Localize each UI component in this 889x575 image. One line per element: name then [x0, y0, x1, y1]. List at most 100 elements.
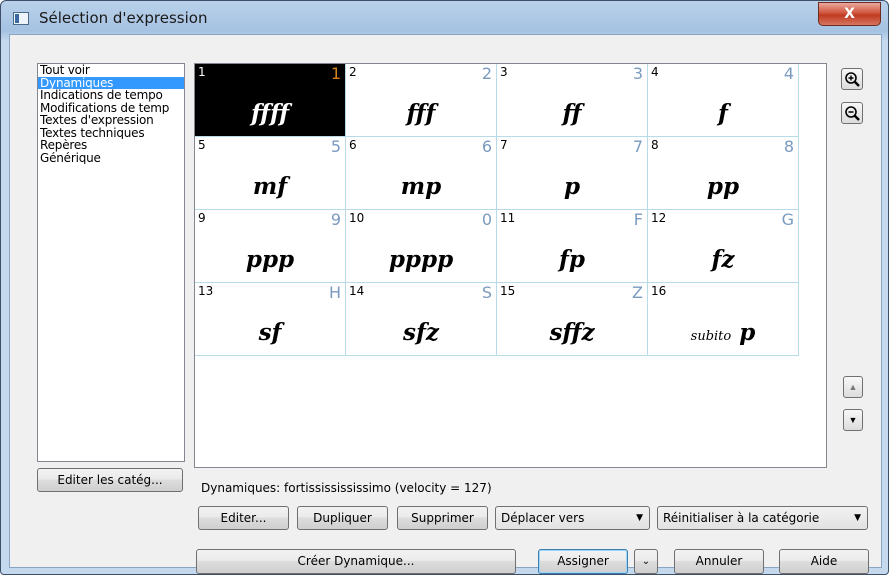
expression-symbol-text: ppp: [245, 246, 295, 273]
expression-cell[interactable]: 2 2 fff: [346, 64, 497, 137]
expression-shortcut-key: 4: [783, 64, 794, 83]
move-up-button[interactable]: ▲: [843, 376, 863, 398]
help-button[interactable]: Aide: [779, 549, 869, 574]
expression-shortcut-key: 9: [330, 210, 341, 229]
expression-cell[interactable]: 14 Ssfz: [346, 283, 497, 356]
expression-shortcut-key: S: [481, 283, 492, 302]
expression-symbol-text: mp: [400, 173, 442, 200]
title-bar[interactable]: Sélection d'expression X: [1, 1, 888, 35]
cancel-button[interactable]: Annuler: [674, 549, 764, 574]
category-item-textes-techniques[interactable]: Textes techniques: [38, 127, 184, 140]
expression-number: 16: [651, 284, 667, 298]
expression-symbol: fz: [648, 246, 798, 273]
expression-symbol-text: sfz: [403, 319, 439, 346]
edit-categories-button[interactable]: Editer les catég...: [37, 468, 183, 492]
expression-cell[interactable]: 3 3 ff: [497, 64, 648, 137]
chevron-down-icon: ⌄: [641, 556, 651, 567]
category-list[interactable]: Tout voir Dynamiques Indications de temp…: [37, 63, 185, 462]
expression-symbol-text: ffff: [250, 100, 290, 127]
expression-number: 4: [651, 65, 659, 79]
create-dynamic-button[interactable]: Créer Dynamique...: [196, 549, 516, 574]
expression-cell[interactable]: 11 Ffp: [497, 210, 648, 283]
dialog-body: Tout voir Dynamiques Indications de temp…: [9, 34, 882, 574]
zoom-out-icon: [845, 106, 860, 121]
expression-cell[interactable]: 5 5 mf: [195, 137, 346, 210]
assign-button[interactable]: Assigner: [538, 549, 628, 574]
chevron-down-icon: ▼: [636, 513, 643, 523]
expression-symbol: pp: [648, 173, 798, 200]
expression-number: 6: [349, 138, 357, 152]
zoom-in-button[interactable]: [841, 68, 863, 90]
expression-shortcut-key: 8: [783, 137, 794, 156]
window-title: Sélection d'expression: [39, 9, 208, 27]
expression-number: 2: [349, 65, 357, 79]
expression-symbol: mf: [195, 173, 345, 200]
zoom-in-icon: [845, 72, 860, 87]
expression-symbol: ff: [497, 100, 647, 127]
expression-cell[interactable]: 4 4 f: [648, 64, 799, 137]
expression-shortcut-key: 7: [632, 137, 643, 156]
reset-category-label: Réinitialiser à la catégorie: [663, 511, 820, 525]
expression-symbol: sf: [195, 319, 345, 346]
category-item-reperes[interactable]: Repères: [38, 139, 184, 152]
duplicate-button[interactable]: Dupliquer: [297, 506, 388, 530]
expression-number: 10: [349, 211, 365, 225]
reset-category-dropdown[interactable]: Réinitialiser à la catégorie ▼: [657, 506, 868, 530]
expression-prefix: subito: [690, 329, 732, 344]
expression-cell[interactable]: 10 0 pppp: [346, 210, 497, 283]
expression-cell[interactable]: 8 8 pp: [648, 137, 799, 210]
expression-shortcut-key: H: [328, 283, 341, 302]
expression-cell[interactable]: 13 Hsf: [195, 283, 346, 356]
expression-shortcut-key: 1: [330, 64, 341, 83]
expression-grid[interactable]: 1 1 ffff 2 2 fff 3 3 ff 4 4 f 5 5 mf 6 6 mp 7 7 p 8 8 pp 9 9 ppp 10…: [194, 63, 827, 468]
expression-cell[interactable]: 15 Zsffz: [497, 283, 648, 356]
delete-button[interactable]: Supprimer: [397, 506, 488, 530]
expression-symbol-text: sf: [258, 319, 282, 346]
expression-symbol-text: mf: [252, 173, 288, 200]
category-item-dynamiques[interactable]: Dynamiques: [38, 76, 184, 89]
expression-number: 3: [500, 65, 508, 79]
expression-number: 15: [500, 284, 516, 298]
expression-shortcut-key: 0: [481, 210, 492, 229]
assign-options-button[interactable]: ⌄: [634, 549, 658, 574]
chevron-down-icon: ▼: [854, 513, 861, 523]
expression-number: 14: [349, 284, 365, 298]
expression-cell[interactable]: 9 9 ppp: [195, 210, 346, 283]
expression-symbol: ppp: [195, 246, 345, 273]
category-item-generique[interactable]: Générique: [38, 152, 184, 165]
expression-symbol-text: fff: [406, 100, 436, 127]
expression-shortcut-key: 5: [330, 137, 341, 156]
expression-cell[interactable]: 7 7 p: [497, 137, 648, 210]
move-to-label: Déplacer vers: [501, 511, 585, 525]
expression-cell[interactable]: 16 subito p: [648, 283, 799, 356]
expression-symbol: f: [648, 100, 798, 127]
expression-number: 13: [198, 284, 214, 298]
expression-symbol-text: pppp: [388, 246, 454, 273]
expression-symbol: fff: [346, 100, 496, 127]
close-button[interactable]: X: [818, 2, 881, 26]
category-item-modifications-de-tempo[interactable]: Modifications de temp: [38, 102, 184, 115]
expression-number: 5: [198, 138, 206, 152]
expression-symbol: sfz: [346, 319, 496, 346]
expression-symbol: fp: [497, 246, 647, 273]
category-item-textes-d-expression[interactable]: Textes d'expression: [38, 114, 184, 127]
category-item-indications-de-tempo[interactable]: Indications de tempo: [38, 89, 184, 102]
expression-shortcut-key: G: [781, 210, 794, 229]
window-icon: [13, 12, 29, 25]
expression-symbol: sffz: [497, 319, 647, 346]
expression-symbol: subito p: [648, 319, 798, 346]
expression-symbol-text: p: [739, 319, 756, 346]
expression-cell[interactable]: 6 6 mp: [346, 137, 497, 210]
move-down-button[interactable]: ▼: [843, 409, 863, 431]
move-to-dropdown[interactable]: Déplacer vers ▼: [495, 506, 650, 530]
category-item-tout-voir[interactable]: Tout voir: [38, 64, 184, 77]
status-text: Dynamiques: fortississississimo (velocit…: [201, 481, 492, 495]
zoom-out-button[interactable]: [841, 102, 863, 124]
expression-shortcut-key: Z: [632, 283, 643, 302]
expression-cell[interactable]: 12 Gfz: [648, 210, 799, 283]
expression-shortcut-key: 6: [481, 137, 492, 156]
triangle-down-icon: ▼: [848, 415, 858, 425]
expression-number: 11: [500, 211, 516, 225]
expression-cell[interactable]: 1 1 ffff: [195, 64, 346, 137]
edit-button[interactable]: Editer...: [198, 506, 289, 530]
